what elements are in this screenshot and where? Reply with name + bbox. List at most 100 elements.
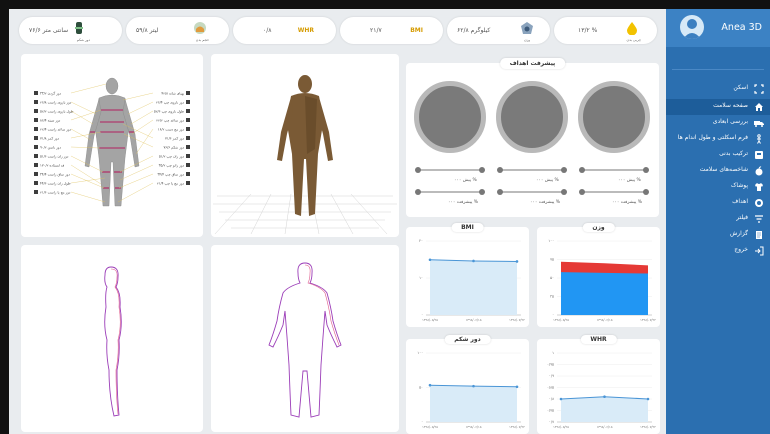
sidebar-item-label: خروج xyxy=(734,246,748,253)
sidebar-item-label: بررسی ابعادی xyxy=(712,118,748,125)
front-outline-card xyxy=(21,245,203,432)
goal-label: پیش ۰۰۰ % xyxy=(536,178,559,183)
x-tick-label: ۱۳۹۸/۰۶/۱۵ xyxy=(466,425,482,429)
y-tick-label: ۰/۹ xyxy=(549,374,554,378)
slider-handle[interactable] xyxy=(415,189,421,195)
goal-slider[interactable] xyxy=(415,167,485,173)
x-tick-label: ۱۳۹۸/۰۷/۲۲ xyxy=(509,318,525,322)
goal-slider[interactable] xyxy=(497,189,567,195)
measure-left-label: دور ران راست ۵۱/۶ xyxy=(40,155,69,159)
area-fill xyxy=(430,385,517,422)
goal-slider[interactable] xyxy=(579,167,649,173)
sidebar-item-label: فیلتر xyxy=(736,214,748,221)
x-tick-label: ۱۳۹۸/۰۵/۲۵ xyxy=(553,425,569,429)
x-tick-label: ۱۳۹۸/۰۶/۱۵ xyxy=(597,318,613,322)
chart-title: BMI xyxy=(451,223,484,232)
front-silhouette xyxy=(268,262,342,418)
sidebar-item-logout[interactable]: خروج xyxy=(666,243,770,259)
sidebar-item-composition[interactable]: ترکیب بدنی xyxy=(666,147,770,163)
goal-slider[interactable] xyxy=(497,167,567,173)
stat-bodyfat-label: چربی بدن xyxy=(626,38,641,42)
weight-chart: ۰ ۲۵ ۵۰ ۷۵ ۱۰۰ ۱۳۹۸/۰۵/۲۵ ۱۳۹۸/۰۶/۱۵ ۱۳۹۸/۰۷/۲۲ xyxy=(548,239,656,322)
sidebar-item-label: اسکن xyxy=(733,84,748,91)
goal-slider[interactable] xyxy=(415,189,485,195)
3d-body-model[interactable] xyxy=(211,54,399,237)
x-tick-label: ۱۳۹۸/۰۶/۱۵ xyxy=(597,425,613,429)
stat-waist-value: ۷۶/۶ سانتی متر xyxy=(29,27,69,34)
waist-chart: ۰ ۵۰ ۱۰۰ ۱۳۹۸/۰۵/۲۵ ۱۳۹۸/۰۶/۱۵ ۱۳۹۸/۰۷/۲۲ xyxy=(417,351,525,429)
sidebar-item-report[interactable]: گزارش xyxy=(666,227,770,243)
stat-volume: ۵۹/۸ لیتر حجم بدن xyxy=(126,17,229,44)
goal-label: پیش ۰۰۰ % xyxy=(618,178,641,183)
measure-right-label: طول بازوی چپ ۵۲/۶ xyxy=(154,110,184,114)
sidebar-item-dimensions[interactable]: بررسی ابعادی xyxy=(666,115,770,131)
measure-right-label: دور ساعد چپ ۲۲/۲ xyxy=(156,119,184,123)
sidebar-item-clothing[interactable]: پوشاک xyxy=(666,179,770,195)
goal-progress-circle xyxy=(578,81,650,153)
measure-right-label: دور ساق چپ ۳۴/۴ xyxy=(157,173,184,177)
measure-left-label: طول ران راست ۴۴/۶ xyxy=(40,182,71,186)
truck-icon xyxy=(754,118,764,128)
slider-handle[interactable] xyxy=(643,167,649,173)
measure-left-label: دور باسن ۹۰/۲ xyxy=(40,146,61,150)
y-tick-label: ۱ xyxy=(552,351,554,355)
x-tick-label: ۱۳۹۸/۰۷/۲۲ xyxy=(640,318,656,322)
slider-handle[interactable] xyxy=(479,167,485,173)
measure-left-label: دور سینه ۸۶/۴ xyxy=(40,119,61,123)
sidebar-item-skeletal[interactable]: فرم اسکلتی و طول اندام ها xyxy=(666,131,770,147)
slider-handle[interactable] xyxy=(561,167,567,173)
y-tick-label: ۲۵ xyxy=(550,295,554,299)
measure-right-label: دور ران چپ ۵۱/۲ xyxy=(159,155,185,159)
y-tick-label: ۱۰۰ xyxy=(548,239,554,243)
measure-left-label: دور کمر ۷۱/۸ xyxy=(40,137,59,141)
x-tick-label: ۱۳۹۸/۰۵/۲۵ xyxy=(422,425,438,429)
side-outline-card xyxy=(211,245,399,432)
sidebar-item-indicators[interactable]: شاخصه‌های سلامت xyxy=(666,163,770,179)
measure-left-label: دور گردن ۳۳/۲ xyxy=(40,91,62,96)
chart-title: دور شکم xyxy=(444,335,491,344)
bmi-chart: ۰ ۱۰ ۲۰ ۱۳۹۸/۰۵/۲۵ ۱۳۹۸/۰۶/۱۵ ۱۳۹۸/۰۷/۲۲ xyxy=(419,239,525,322)
measure-right-label: دور کمر ۷۱/۶ xyxy=(165,137,184,141)
data-point xyxy=(515,385,519,389)
side-silhouette xyxy=(104,266,122,417)
slider-handle[interactable] xyxy=(479,189,485,195)
data-point xyxy=(646,397,650,401)
goal-label: پیشرفت ۰۰۰ % xyxy=(530,200,561,205)
measure-right-label: دور زانو چپ ۳۵/۲ xyxy=(159,164,185,168)
measure-left-label: قد ایستاده ۱۷۰/۲ xyxy=(40,164,65,168)
goals-card: پیشرفت اهداف پیش ۰۰۰ % پیش ۰۰۰ % پیش ۰۰۰… xyxy=(406,58,659,217)
measurement-model-card: دور گردن ۳۳/۲ دور بازوی راست ۲۶/۸ طول با… xyxy=(21,54,203,237)
slider-handle[interactable] xyxy=(497,189,503,195)
data-point xyxy=(472,384,475,388)
data-point xyxy=(515,260,519,263)
slider-handle[interactable] xyxy=(497,167,503,173)
3d-model-card[interactable] xyxy=(211,54,399,237)
sidebar-item-filter[interactable]: فیلتر xyxy=(666,211,770,227)
body-fat-icon xyxy=(625,21,639,36)
slider-handle[interactable] xyxy=(579,189,585,195)
slider-handle[interactable] xyxy=(561,189,567,195)
stat-weight-label: وزن xyxy=(524,38,530,42)
goal-slider[interactable] xyxy=(579,189,649,195)
stat-weight: ۶۲/۸ کیلوگرم وزن xyxy=(447,17,550,44)
data-point xyxy=(472,259,475,263)
sidebar-item-health[interactable]: صفحه سلامت xyxy=(666,99,770,115)
stat-whr-label: WHR xyxy=(297,27,314,34)
stat-bodyfat: ۱۳/۲ % چربی بدن xyxy=(554,17,657,44)
sidebar-item-goals[interactable]: اهداف xyxy=(666,195,770,211)
sidebar-item-scan[interactable]: اسکن xyxy=(666,81,770,97)
slider-handle[interactable] xyxy=(415,167,421,173)
slider-handle[interactable] xyxy=(579,167,585,173)
measure-left-label: دور مچ پا راست ۲۱/۶ xyxy=(40,191,71,195)
clothing-icon xyxy=(754,182,764,192)
y-tick-label: ۷۵ xyxy=(550,258,554,262)
avatar[interactable] xyxy=(680,15,704,39)
slider-handle[interactable] xyxy=(643,189,649,195)
measure-left-label: دور بازوی راست ۲۶/۸ xyxy=(40,101,72,105)
y-tick-label: ۵۰ xyxy=(419,386,423,390)
sidebar-item-label: شاخصه‌های سلامت xyxy=(699,166,748,173)
stat-whr-value: ۰/۸ xyxy=(263,27,272,34)
y-tick-label: ۱۰ xyxy=(419,276,423,280)
goal-label: پیش ۰۰۰ % xyxy=(454,178,477,183)
measure-left-label: طول بازوی راست ۵۲/۲ xyxy=(40,110,74,114)
